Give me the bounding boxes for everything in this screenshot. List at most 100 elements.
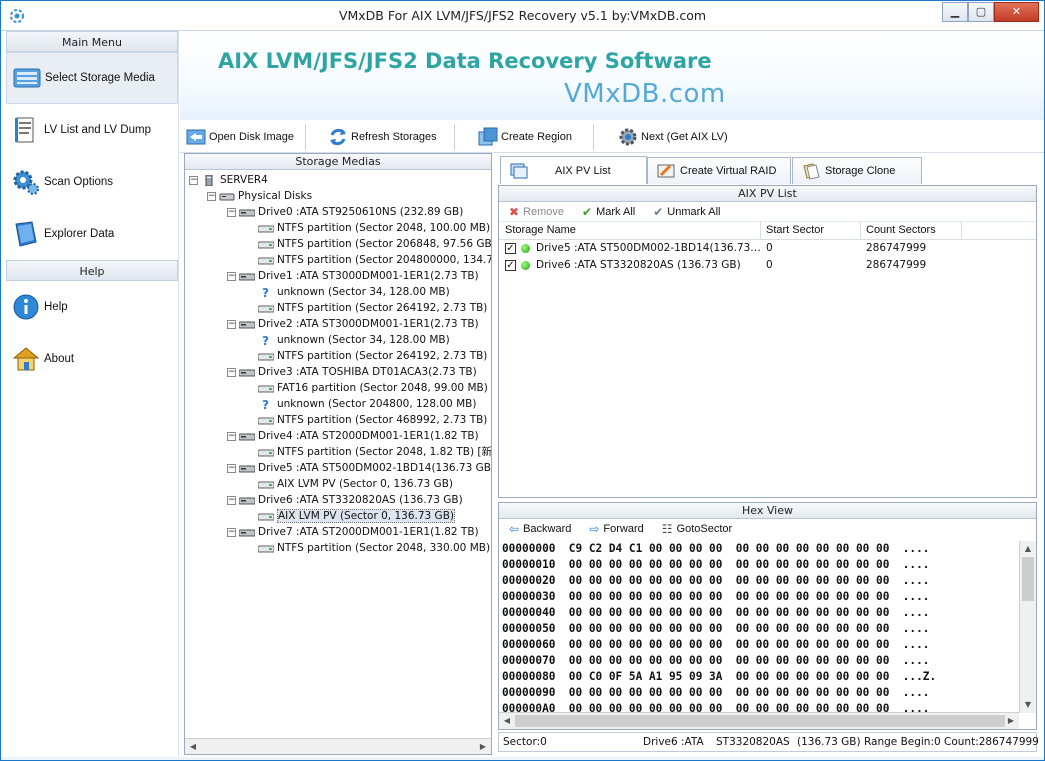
collapse-toggle-icon[interactable]: − — [227, 319, 236, 329]
tab-label: Create Virtual RAID — [680, 165, 777, 177]
refresh-storages-button[interactable]: Refresh Storages — [327, 125, 437, 149]
status-range: (136.73 GB) Range Begin:0 Count:28674799… — [797, 736, 1039, 748]
house-icon — [12, 347, 40, 371]
goto-sector-button[interactable]: ☷ GotoSector — [662, 522, 732, 536]
collapse-toggle-icon[interactable]: − — [227, 463, 236, 473]
drive-icon — [239, 369, 255, 376]
partition-icon — [258, 449, 274, 456]
uncheck-icon: ✔ — [653, 204, 664, 219]
menu-item-explorer-data[interactable]: Explorer Data — [6, 208, 178, 260]
partition-icon — [258, 513, 274, 520]
scroll-up-arrow-icon[interactable]: ▲ — [1020, 541, 1036, 557]
collapse-toggle-icon[interactable]: − — [227, 431, 236, 441]
tree-node-part[interactable]: NTFS partition (Sector 2048, 1.82 TB) [新… — [246, 444, 492, 460]
hex-actions: ⇦ Backward ⇨ Forward ☷ GotoSector — [499, 519, 1036, 539]
tree-node-drive[interactable]: − Drive0 :ATA ST9250610NS (232.89 GB) — [227, 204, 463, 220]
tab-label: Storage Clone — [825, 165, 896, 177]
tree-node-part[interactable]: NTFS partition (Sector 206848, 97.56 GB)… — [246, 236, 491, 252]
menu-item-label: LV List and LV Dump — [44, 124, 151, 136]
hex-horizontal-scrollbar[interactable]: ◀ ▶ — [499, 712, 1019, 729]
scroll-right-arrow-icon[interactable]: ▶ — [475, 739, 491, 754]
collapse-toggle-icon[interactable]: − — [227, 207, 236, 217]
tree-node-disks[interactable]: − Physical Disks — [207, 188, 312, 204]
row-checkbox[interactable]: ✓ — [505, 260, 516, 271]
menu-item-lv-list[interactable]: LV List and LV Dump — [6, 104, 178, 156]
tree-node-label: NTFS partition (Sector 2048, 1.82 TB) [新… — [277, 446, 492, 458]
maximize-button[interactable]: ▢ — [968, 2, 994, 22]
status-model: ST3320820AS — [716, 736, 790, 748]
tree-node-drive[interactable]: − Drive3 :ATA TOSHIBA DT01ACA3(2.73 TB) — [227, 364, 477, 380]
tree-node-drive[interactable]: − Drive2 :ATA ST3000DM001-1ER1(2.73 TB) — [227, 316, 479, 332]
create-region-button[interactable]: Create Region — [477, 125, 572, 149]
tree-horizontal-scrollbar[interactable]: ◀ ▶ — [185, 738, 491, 754]
scroll-left-arrow-icon[interactable]: ◀ — [499, 713, 515, 729]
tree-node-server[interactable]: − SERVER4 — [189, 172, 268, 188]
row-checkbox[interactable]: ✓ — [505, 243, 516, 254]
collapse-toggle-icon[interactable]: − — [227, 271, 236, 281]
unmark-all-button[interactable]: ✔ Unmark All — [653, 205, 720, 219]
collapse-toggle-icon[interactable]: − — [227, 367, 236, 377]
region-icon — [478, 127, 498, 146]
collapse-toggle-icon[interactable]: − — [227, 495, 236, 505]
minimize-button[interactable]: ▁ — [942, 2, 968, 22]
close-button[interactable]: ✕ — [994, 2, 1039, 22]
partition-icon — [258, 305, 274, 312]
column-storage-name[interactable]: Storage Name — [505, 224, 576, 236]
goto-sector-label: GotoSector — [676, 523, 733, 535]
tree-node-part[interactable]: AIX LVM PV (Sector 0, 136.73 GB) — [246, 476, 453, 492]
tree-node-part[interactable]: NTFS partition (Sector 2048, 100.00 MB) … — [246, 220, 491, 236]
collapse-toggle-icon[interactable]: − — [227, 527, 236, 537]
tree-node-part[interactable]: AIX LVM PV (Sector 0, 136.73 GB) — [246, 508, 455, 524]
tree-node-unknown[interactable]: ? unknown (Sector 204800, 128.00 MB) — [246, 396, 476, 412]
tree-node-label: NTFS partition (Sector 204800000, 134.72 — [277, 254, 492, 266]
menu-item-label: Explorer Data — [44, 228, 115, 240]
next-get-aix-lv-button[interactable]: Next (Get AIX LV) — [617, 125, 728, 149]
tab-storage-clone[interactable]: Storage Clone — [792, 157, 922, 184]
menu-item-select-storage-media[interactable]: Select Storage Media — [6, 52, 178, 104]
drive-icon — [239, 209, 255, 216]
open-disk-image-button[interactable]: Open Disk Image — [185, 125, 294, 149]
scroll-left-arrow-icon[interactable]: ◀ — [185, 739, 201, 754]
tree-node-drive[interactable]: − Drive4 :ATA ST2000DM001-1ER1(1.82 TB) — [227, 428, 479, 444]
collapse-toggle-icon[interactable]: − — [207, 191, 216, 201]
tree-node-unknown[interactable]: ? unknown (Sector 34, 128.00 MB) — [246, 332, 450, 348]
tree-node-unknown[interactable]: ? unknown (Sector 34, 128.00 MB) — [246, 284, 450, 300]
tree-node-drive[interactable]: − Drive7 :ATA ST2000DM001-1ER1(1.82 TB) — [227, 524, 479, 540]
tree-node-part[interactable]: FAT16 partition (Sector 2048, 99.00 MB) — [246, 380, 488, 396]
hex-vertical-scrollbar[interactable]: ▲ ▼ — [1019, 541, 1036, 713]
table-row[interactable]: ✓ Drive6 :ATA ST3320820AS (136.73 GB) 0 … — [499, 257, 1036, 274]
drive-icon — [239, 273, 255, 280]
mark-all-button[interactable]: ✔ Mark All — [582, 205, 635, 219]
menu-item-scan-options[interactable]: Scan Options — [6, 156, 178, 208]
scroll-right-arrow-icon[interactable]: ▶ — [1003, 713, 1019, 729]
forward-button[interactable]: ⇨ Forward — [589, 522, 643, 536]
tree-node-part[interactable]: NTFS partition (Sector 2048, 330.00 MB) … — [246, 540, 491, 556]
tab-create-virtual-raid[interactable]: Create Virtual RAID — [647, 157, 791, 184]
status-bar: Sector:0 Drive6 :ATA ST3320820AS (136.73… — [498, 732, 1039, 752]
tree-node-drive[interactable]: − Drive6 :ATA ST3320820AS (136.73 GB) — [227, 492, 463, 508]
scroll-down-arrow-icon[interactable]: ▼ — [1020, 697, 1036, 713]
toolbar: Open Disk Image Refresh Storages Create … — [180, 121, 1044, 153]
title-bar[interactable]: VMxDB For AIX LVM/JFS/JFS2 Recovery v5.1… — [1, 1, 1044, 31]
scroll-thumb[interactable] — [515, 715, 1005, 727]
tab-aix-pv-list[interactable]: AIX PV List — [500, 156, 647, 184]
tree-node-drive[interactable]: − Drive5 :ATA ST500DM002-1BD14(136.73 GB) — [227, 460, 491, 476]
backward-button[interactable]: ⇦ Backward — [509, 522, 571, 536]
storage-medias-tree[interactable]: Storage Medias − SERVER4− Physical Disks − D… — [184, 153, 492, 755]
scroll-thumb[interactable] — [1022, 557, 1034, 601]
tree-node-part[interactable]: NTFS partition (Sector 264192, 2.73 TB) … — [246, 348, 491, 364]
tree-node-part[interactable]: NTFS partition (Sector 264192, 2.73 TB) … — [246, 300, 491, 316]
tree-node-drive[interactable]: − Drive1 :ATA ST3000DM001-1ER1(2.73 TB) — [227, 268, 479, 284]
collapse-toggle-icon[interactable]: − — [189, 175, 198, 185]
tree-node-label: Drive1 :ATA ST3000DM001-1ER1(2.73 TB) — [258, 270, 479, 282]
hex-dump[interactable]: 00000000 C9 C2 D4 C1 00 00 00 00 00 00 0… — [499, 541, 1019, 713]
menu-item-about[interactable]: About — [6, 333, 178, 385]
partition-icon — [258, 257, 274, 264]
tree-node-part[interactable]: NTFS partition (Sector 468992, 2.73 TB) … — [246, 412, 491, 428]
column-start-sector[interactable]: Start Sector — [766, 224, 824, 236]
column-count-sectors[interactable]: Count Sectors — [866, 224, 936, 236]
menu-item-help[interactable]: Help — [6, 281, 178, 333]
tree-node-part[interactable]: NTFS partition (Sector 204800000, 134.72 — [246, 252, 492, 268]
remove-button[interactable]: ✖ Remove — [509, 205, 564, 219]
table-row[interactable]: ✓ Drive5 :ATA ST500DM002-1BD14(136.73… 0… — [499, 240, 1036, 257]
